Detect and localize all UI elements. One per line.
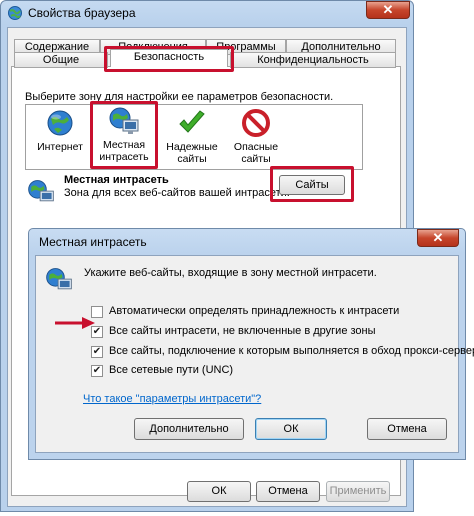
auto-detect-label: Автоматически определять принадлежность … — [109, 305, 400, 317]
apply-button[interactable]: Применить — [326, 481, 390, 502]
zone-internet[interactable]: Интернет — [30, 108, 90, 153]
intranet-sites-label: Все сайты интрасети, не включенные в дру… — [109, 325, 376, 337]
globe-icon — [47, 110, 73, 136]
dialog-title: Местная интрасеть — [39, 235, 147, 249]
zone-trusted-label-1: Надежные — [166, 141, 218, 153]
intranet-settings-help-link[interactable]: Что такое "параметры интрасети"? — [83, 393, 261, 405]
local-intranet-icon — [46, 268, 72, 290]
no-entry-icon — [242, 109, 270, 137]
selected-zone-description: Зона для всех веб-сайтов вашей интрасети… — [64, 187, 290, 199]
advanced-button[interactable]: Дополнительно — [134, 418, 244, 440]
unc-paths-label: Все сетевые пути (UNC) — [109, 364, 234, 376]
selected-zone-title: Местная интрасеть — [64, 174, 169, 186]
security-tab-highlight — [104, 46, 234, 72]
local-intranet-dialog: Местная интрасеть ✕ Укажите веб-сайты, в… — [28, 228, 474, 460]
tab-privacy[interactable]: Конфиденциальность — [230, 52, 396, 68]
close-icon: ✕ — [432, 230, 444, 245]
checkmark-icon — [179, 110, 205, 133]
dialog-close-button[interactable]: ✕ — [417, 229, 459, 247]
zone-restricted-label-2: сайты — [241, 153, 271, 165]
close-button[interactable]: ✕ — [366, 1, 410, 19]
check-icon: ✔ — [92, 365, 102, 376]
dialog-cancel-button[interactable]: Отмена — [367, 418, 447, 440]
zone-internet-label: Интернет — [37, 141, 83, 153]
zone-restricted-sites[interactable]: Опасные сайты — [226, 108, 286, 165]
sites-button-highlight — [270, 166, 354, 202]
zone-trusted-sites[interactable]: Надежные сайты — [162, 108, 222, 165]
close-icon: ✕ — [382, 2, 394, 17]
tab-general[interactable]: Общие — [14, 52, 108, 68]
unc-paths-checkbox[interactable]: ✔ — [91, 365, 103, 377]
zone-prompt: Выберите зону для настройки ее параметро… — [25, 91, 334, 103]
local-intranet-highlight — [90, 101, 158, 169]
window-title: Свойства браузера — [28, 6, 136, 20]
dialog-client-area: Укажите веб-сайты, входящие в зону местн… — [35, 255, 474, 453]
dialog-ok-button[interactable]: ОК — [255, 418, 327, 440]
cancel-button[interactable]: Отмена — [256, 481, 320, 502]
local-intranet-icon — [28, 180, 54, 202]
ok-button[interactable]: ОК — [187, 481, 251, 502]
dialog-instruction: Укажите веб-сайты, входящие в зону местн… — [84, 267, 377, 279]
zone-restricted-label-1: Опасные — [233, 141, 279, 153]
check-icon: ✔ — [92, 346, 102, 357]
red-arrow-icon — [55, 317, 95, 329]
internet-options-icon — [8, 6, 22, 20]
zone-trusted-label-2: сайты — [177, 153, 207, 165]
bypass-proxy-checkbox[interactable]: ✔ — [91, 346, 103, 358]
bypass-proxy-label: Все сайты, подключение к которым выполня… — [109, 345, 474, 357]
